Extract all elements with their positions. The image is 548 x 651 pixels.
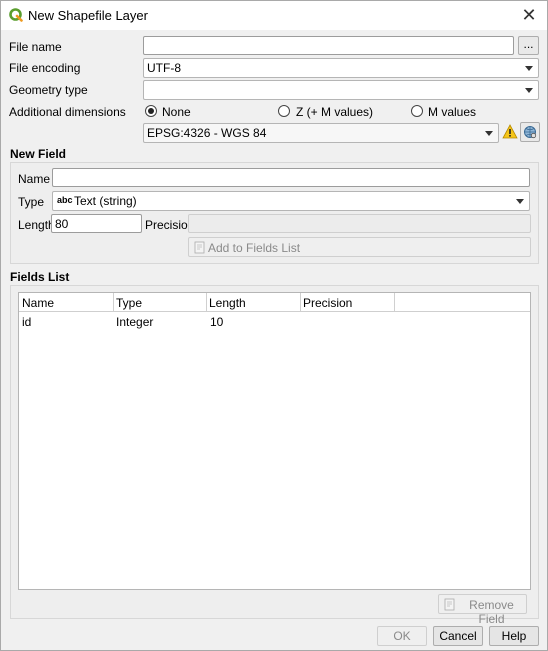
chevron-down-icon (525, 66, 533, 71)
new-field-title: New Field (10, 147, 67, 161)
add-to-fields-list-label: Add to Fields List (208, 241, 301, 255)
crs-value: EPSG:4326 - WGS 84 (147, 126, 267, 140)
window-title: New Shapefile Layer (28, 8, 148, 23)
file-name-input[interactable] (143, 36, 514, 55)
column-header-name[interactable]: Name (22, 296, 54, 310)
cell-type: Integer (116, 315, 154, 329)
remove-field-button[interactable]: Remove Field (438, 594, 527, 626)
title-bar: New Shapefile Layer ✕ (1, 1, 547, 30)
ok-button[interactable]: OK (377, 626, 427, 646)
text-type-icon: abc (57, 195, 73, 205)
dimension-z-radio[interactable] (278, 105, 290, 117)
globe-icon (524, 126, 537, 139)
field-type-label: Type (18, 195, 45, 209)
chevron-down-icon (485, 131, 493, 136)
field-type-value: Text (string) (74, 194, 137, 208)
precision-input[interactable] (188, 214, 531, 233)
field-name-input[interactable] (52, 168, 530, 187)
column-header-type[interactable]: Type (116, 296, 142, 310)
dimension-z-label[interactable]: Z (+ M values) (296, 105, 373, 119)
table-row[interactable]: id Integer 10 (19, 312, 530, 330)
fields-list-title: Fields List (10, 270, 70, 284)
chevron-down-icon (525, 88, 533, 93)
fields-table[interactable]: Name Type Length Precision id Integer 10 (18, 292, 531, 590)
field-type-select[interactable]: abc Text (string) (52, 191, 530, 211)
cell-name: id (22, 315, 32, 329)
geometry-type-label: Geometry type (9, 83, 88, 97)
chevron-down-icon (516, 199, 524, 204)
remove-field-label: Remove Field (469, 598, 514, 626)
dimension-none-radio[interactable] (145, 105, 157, 117)
column-divider (206, 293, 207, 311)
help-button[interactable]: Help (489, 626, 539, 646)
crs-selector-button[interactable] (520, 122, 540, 142)
file-name-label: File name (9, 40, 62, 54)
column-header-length[interactable]: Length (209, 296, 246, 310)
dimension-m-radio[interactable] (411, 105, 423, 117)
table-header: Name Type Length Precision (19, 293, 530, 312)
dimension-m-label[interactable]: M values (428, 105, 476, 119)
column-header-precision[interactable]: Precision (303, 296, 352, 310)
browse-button[interactable]: ... (518, 36, 539, 55)
cancel-button[interactable]: Cancel (433, 626, 483, 646)
remove-field-icon (444, 598, 455, 611)
dimension-none-label[interactable]: None (162, 105, 191, 119)
qgis-logo-icon (9, 8, 23, 22)
dialog-window: New Shapefile Layer ✕ File name ... File… (0, 0, 548, 651)
add-to-fields-list-button[interactable]: Add to Fields List (188, 237, 531, 257)
add-field-icon (194, 241, 205, 254)
length-value: 80 (55, 217, 69, 231)
geometry-type-select[interactable] (143, 80, 539, 100)
crs-select[interactable]: EPSG:4326 - WGS 84 (143, 123, 499, 143)
field-name-label: Name (18, 172, 51, 186)
column-divider (300, 293, 301, 311)
column-divider (394, 293, 395, 311)
length-input[interactable]: 80 (51, 214, 142, 233)
file-encoding-value: UTF-8 (147, 61, 181, 75)
column-divider (113, 293, 114, 311)
cell-length: 10 (210, 315, 224, 329)
length-label: Length (18, 218, 55, 232)
file-encoding-select[interactable]: UTF-8 (143, 58, 539, 78)
file-encoding-label: File encoding (9, 61, 81, 75)
additional-dimensions-label: Additional dimensions (9, 105, 126, 119)
precision-label: Precision (145, 218, 195, 232)
close-icon[interactable]: ✕ (517, 4, 541, 26)
warning-icon (502, 124, 518, 139)
